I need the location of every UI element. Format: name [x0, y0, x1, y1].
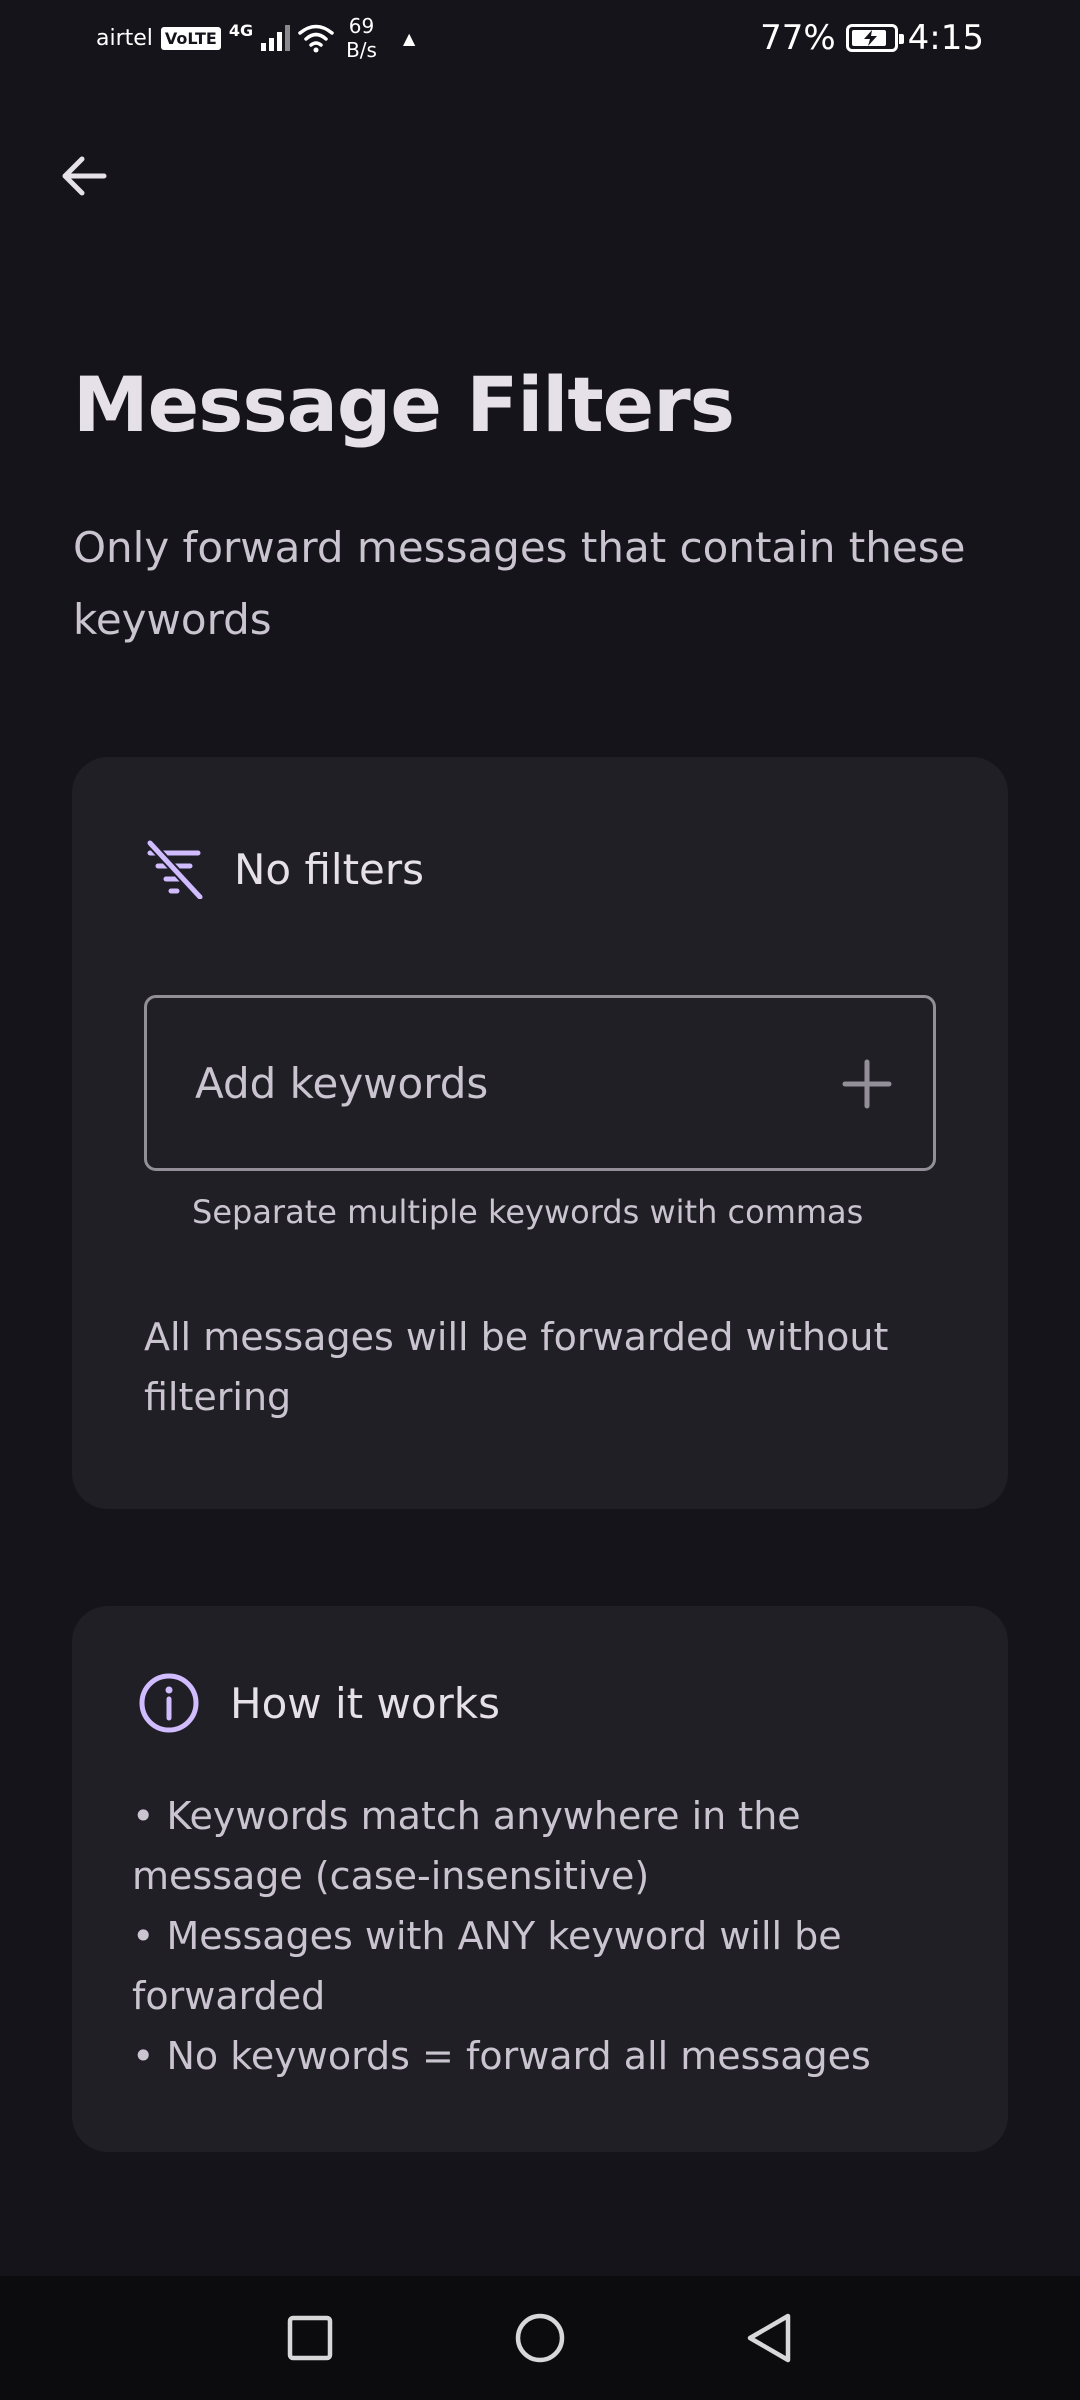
filter-off-icon [145, 839, 204, 899]
android-notification-icon: ▲ [402, 28, 416, 48]
arrow-back-icon [62, 156, 107, 196]
info-icon [139, 1673, 199, 1733]
keyword-helper-text: Separate multiple keywords with commas [192, 1193, 864, 1231]
status-right: 77% 4:15 [760, 18, 984, 58]
volte-badge: VoLTE [160, 26, 221, 50]
status-left: airtel VoLTE 4G 69 B/s ▲ [96, 14, 415, 62]
carrier-name: airtel [96, 25, 153, 51]
list-item: • No keywords = forward all messages [132, 2034, 871, 2078]
signal-icon [261, 25, 291, 51]
back-button[interactable] [52, 144, 116, 208]
keyword-field[interactable] [144, 995, 936, 1171]
plus-icon[interactable] [841, 1058, 893, 1110]
speed-unit: B/s [346, 38, 377, 62]
filters-info-text: All messages will be forwarded without f… [144, 1315, 889, 1419]
data-speed: 69 B/s [346, 14, 377, 62]
recent-apps-button[interactable] [280, 2308, 340, 2368]
filters-status-label: No filters [234, 844, 425, 894]
battery-charging-icon [845, 24, 904, 52]
filters-card: No filters Separate multiple keywords wi… [72, 757, 1008, 1509]
keyword-input[interactable] [193, 1057, 757, 1109]
home-button[interactable] [510, 2308, 570, 2368]
how-it-works-card: How it works • Keywords match anywhere i… [72, 1606, 1008, 2152]
how-it-works-header: How it works [138, 1672, 500, 1734]
clock: 4:15 [907, 18, 984, 58]
status-bar: airtel VoLTE 4G 69 B/s ▲ 77% 4:15 [0, 0, 1080, 80]
battery-percent: 77% [760, 18, 836, 58]
how-it-works-list: • Keywords match anywhere in the message… [132, 1786, 972, 2086]
speed-value: 69 [348, 14, 375, 38]
back-nav-button[interactable] [740, 2308, 800, 2368]
wifi-icon [298, 24, 334, 53]
page-subtitle: Only forward messages that contain these… [73, 523, 966, 644]
page-title: Message Filters [73, 360, 735, 449]
list-item: • Messages with ANY keyword will be forw… [132, 1914, 842, 2018]
how-it-works-title: How it works [230, 1678, 500, 1728]
navigation-bar [0, 2276, 1080, 2400]
filters-status-row: No filters [144, 839, 424, 899]
list-item: • Keywords match anywhere in the message… [132, 1794, 801, 1898]
network-type: 4G [228, 20, 254, 40]
